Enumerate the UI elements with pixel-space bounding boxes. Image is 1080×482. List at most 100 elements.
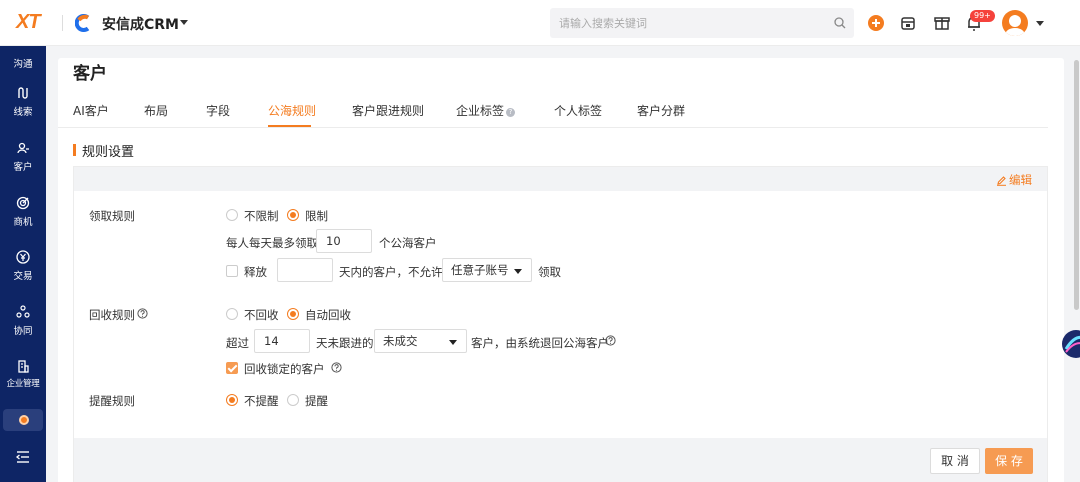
sidebar-app-shortcut[interactable] bbox=[3, 409, 43, 431]
chevron-down-icon bbox=[514, 269, 522, 274]
account-select-value: 任意子账号 bbox=[451, 263, 509, 277]
remind-radio[interactable] bbox=[287, 394, 299, 406]
recycle-days-input[interactable]: 14 bbox=[254, 329, 310, 353]
edit-button[interactable]: 编辑 bbox=[996, 172, 1032, 188]
tab-layout[interactable]: 布局 bbox=[144, 102, 168, 119]
sidebar-item-clues[interactable]: 线索 bbox=[0, 86, 46, 118]
sidebar: 沟通 线索 客户 商机 交易 协同 企业管理 bbox=[0, 46, 46, 482]
recycle-locked-checkbox[interactable] bbox=[226, 362, 238, 374]
account-select[interactable]: 任意子账号 bbox=[442, 258, 532, 282]
return-help-icon[interactable] bbox=[605, 335, 616, 346]
search-input[interactable] bbox=[550, 8, 854, 38]
tab-followup-rules[interactable]: 客户跟进规则 bbox=[352, 102, 424, 119]
assistant-widget-icon[interactable] bbox=[1058, 325, 1080, 363]
sidebar-item-label: 企业管理 bbox=[6, 379, 40, 389]
daily-limit-suffix: 个公海客户 bbox=[379, 236, 437, 250]
cancel-button[interactable]: 取 消 bbox=[930, 448, 980, 474]
tab-label: 企业标签 bbox=[456, 104, 505, 118]
clue-icon bbox=[18, 87, 28, 99]
collapse-menu-icon[interactable] bbox=[15, 450, 31, 464]
sidebar-item-label: 客户 bbox=[13, 162, 33, 173]
claim-rule-label: 领取规则 bbox=[89, 209, 135, 223]
page-title: 客户 bbox=[73, 64, 107, 84]
active-tab-indicator bbox=[268, 125, 311, 127]
top-bar: XT 安信成CRM 99+ bbox=[0, 0, 1080, 46]
sidebar-item-deals[interactable]: 交易 bbox=[0, 250, 46, 282]
sidebar-item-label: 协同 bbox=[13, 326, 33, 337]
recycle-mid-text: 天未跟进的 bbox=[316, 336, 374, 350]
app-shortcut-icon bbox=[19, 415, 29, 425]
sidebar-item-collaboration[interactable]: 协同 bbox=[0, 305, 46, 337]
chevron-down-icon bbox=[449, 340, 457, 345]
claim-limit-option[interactable]: 限制 bbox=[305, 208, 328, 224]
top-divider bbox=[62, 15, 63, 31]
crm-brand-icon bbox=[75, 14, 90, 32]
yen-icon bbox=[16, 250, 30, 264]
tab-fields[interactable]: 字段 bbox=[206, 102, 230, 119]
tab-personal-tags[interactable]: 个人标签 bbox=[554, 102, 602, 119]
recycle-help-icon[interactable] bbox=[137, 308, 148, 319]
daily-limit-prefix: 每人每天最多领取 bbox=[226, 236, 318, 250]
scrollbar-thumb[interactable] bbox=[1074, 60, 1079, 310]
tab-customer-groups[interactable]: 客户分群 bbox=[637, 102, 685, 119]
notification-badge: 99+ bbox=[970, 10, 995, 22]
sidebar-item-chat[interactable]: 沟通 bbox=[0, 56, 46, 70]
edit-label: 编辑 bbox=[1009, 173, 1032, 187]
main-panel: 客户 AI客户 布局 字段 公海规则 客户跟进规则 企业标签? 个人标签 客户分… bbox=[58, 58, 1064, 482]
user-avatar-icon bbox=[1005, 15, 1025, 36]
recycle-none-radio[interactable] bbox=[226, 308, 238, 320]
remind-option[interactable]: 提醒 bbox=[305, 393, 328, 409]
sidebar-item-customers[interactable]: 客户 bbox=[0, 141, 46, 173]
sidebar-item-label: 线索 bbox=[13, 107, 33, 118]
section-title: 规则设置 bbox=[82, 145, 135, 160]
claim-unlimited-radio[interactable] bbox=[226, 209, 238, 221]
recycle-prefix: 超过 bbox=[226, 336, 249, 350]
sidebar-item-label: 商机 bbox=[13, 217, 33, 228]
claim-limit-radio[interactable] bbox=[287, 209, 299, 221]
daily-limit-input[interactable]: 10 bbox=[316, 229, 372, 253]
recycle-rule-label: 回收规则 bbox=[89, 308, 135, 322]
remind-none-option[interactable]: 不提醒 bbox=[244, 393, 279, 409]
add-icon[interactable] bbox=[866, 13, 886, 33]
chevron-down-icon[interactable] bbox=[180, 20, 188, 25]
sidebar-item-enterprise[interactable]: 企业管理 bbox=[0, 359, 46, 389]
user-menu-chevron-icon[interactable] bbox=[1036, 21, 1044, 26]
xt-logo[interactable]: XT bbox=[16, 11, 41, 34]
tab-enterprise-tags[interactable]: 企业标签? bbox=[456, 102, 516, 119]
help-icon[interactable]: ? bbox=[506, 108, 516, 117]
search-icon[interactable] bbox=[833, 16, 847, 30]
release-days-input[interactable] bbox=[277, 258, 333, 282]
recycle-none-option[interactable]: 不回收 bbox=[244, 307, 279, 323]
release-label: 释放 bbox=[244, 265, 267, 279]
recycle-auto-option[interactable]: 自动回收 bbox=[305, 307, 351, 323]
release-suffix: 领取 bbox=[538, 265, 561, 279]
locked-help-icon[interactable] bbox=[331, 362, 342, 373]
sidebar-item-opportunities[interactable]: 商机 bbox=[0, 196, 46, 228]
recycle-auto-radio[interactable] bbox=[287, 308, 299, 320]
remind-none-radio[interactable] bbox=[226, 394, 238, 406]
tab-public-pool-rules[interactable]: 公海规则 bbox=[268, 102, 316, 119]
sidebar-item-label: 沟通 bbox=[13, 59, 33, 70]
target-icon bbox=[16, 196, 30, 210]
avatar[interactable] bbox=[1002, 10, 1028, 36]
app-switcher[interactable]: 安信成CRM bbox=[102, 14, 179, 34]
tab-ai-customers[interactable]: AI客户 bbox=[73, 102, 109, 119]
card-footer: 取 消 保 存 bbox=[74, 438, 1047, 482]
sidebar-item-label: 交易 bbox=[13, 271, 33, 282]
release-checkbox[interactable] bbox=[226, 265, 238, 277]
remind-rule-label: 提醒规则 bbox=[89, 394, 135, 408]
pencil-icon bbox=[997, 175, 1006, 186]
deal-status-value: 未成交 bbox=[383, 334, 418, 348]
save-button[interactable]: 保 存 bbox=[985, 448, 1033, 474]
release-mid-text: 天内的客户，不允许 bbox=[339, 265, 443, 279]
gift-icon[interactable] bbox=[932, 13, 952, 33]
rules-card: 编辑 领取规则 不限制 限制 每人每天最多领取 10 个公海客户 释放 天内的客… bbox=[73, 166, 1048, 482]
recycle-suffix: 客户，由系统退回公海客户 bbox=[471, 336, 609, 350]
customer-icon bbox=[17, 142, 29, 154]
building-icon bbox=[18, 360, 29, 373]
deal-status-select[interactable]: 未成交 bbox=[374, 329, 467, 353]
claim-unlimited-option[interactable]: 不限制 bbox=[244, 208, 279, 224]
recycle-locked-label[interactable]: 回收锁定的客户 bbox=[244, 361, 325, 377]
store-icon[interactable] bbox=[898, 13, 918, 33]
section-accent-bar bbox=[73, 144, 76, 156]
